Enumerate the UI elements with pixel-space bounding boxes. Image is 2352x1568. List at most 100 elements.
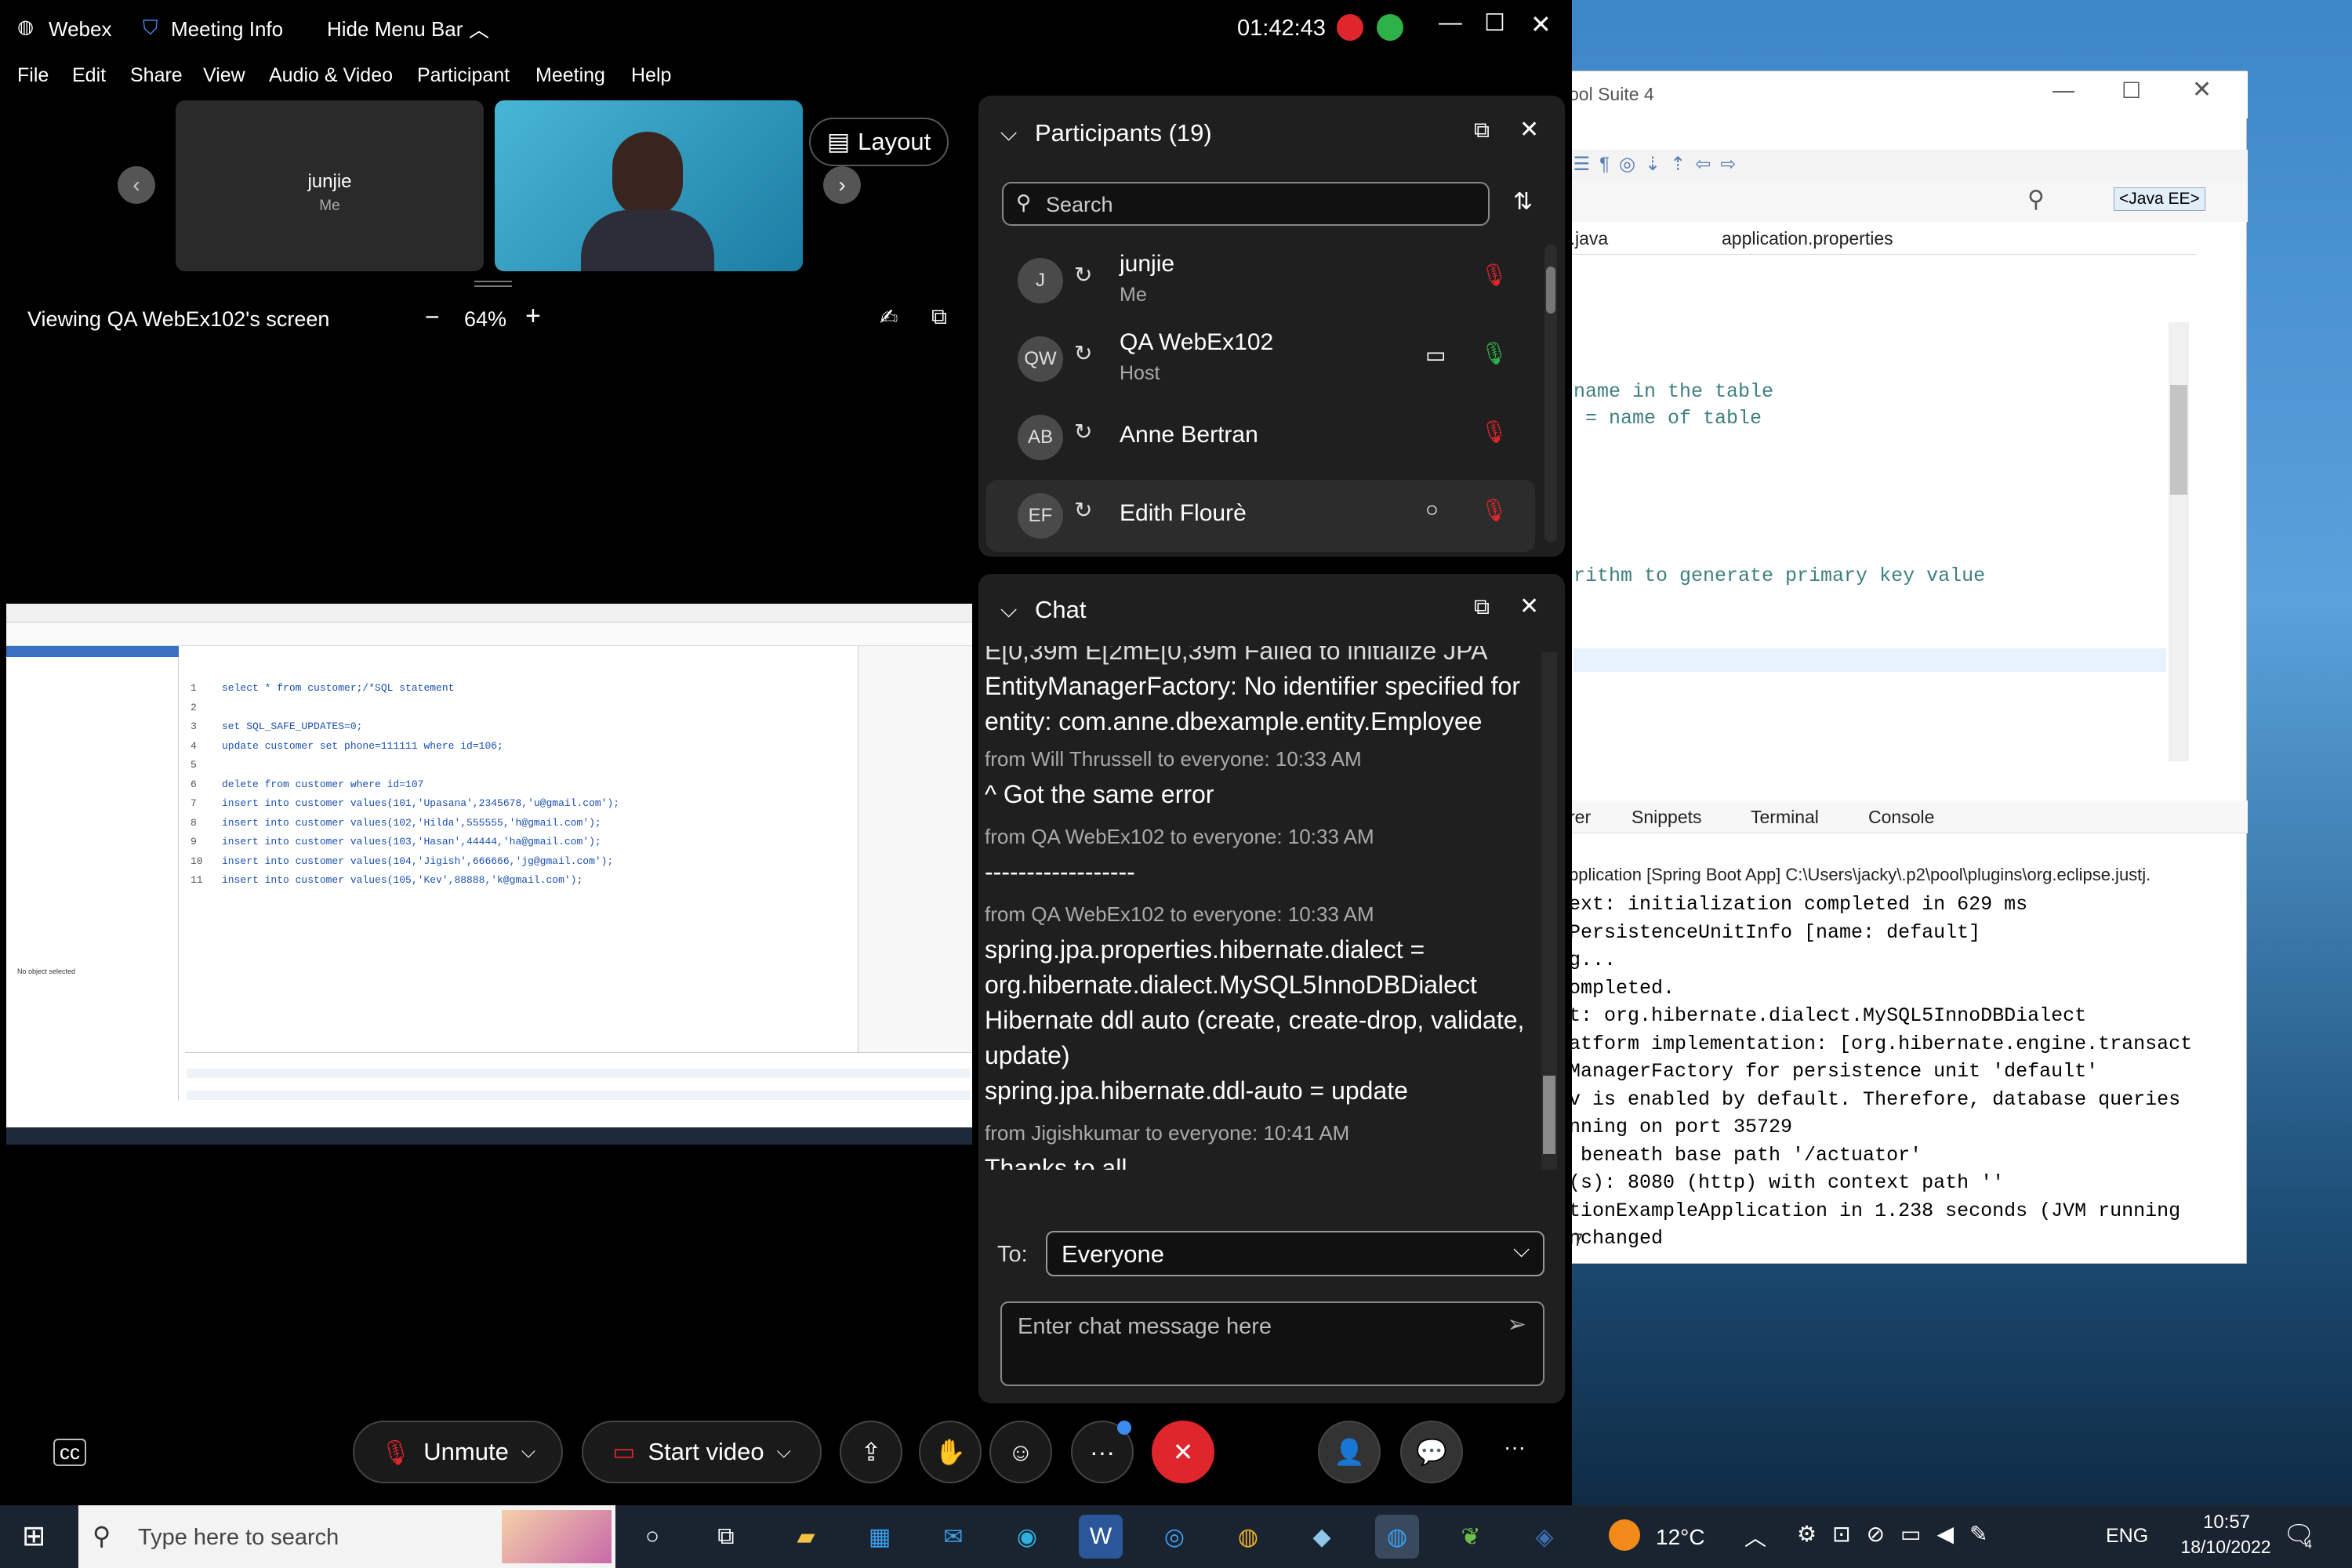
webex-titlebar[interactable]: ◍ Webex ⛉ Meeting Info Hide Menu Bar ︿ 0… xyxy=(0,0,1572,55)
webex-window[interactable]: ◍ Webex ⛉ Meeting Info Hide Menu Bar ︿ 0… xyxy=(0,0,1572,1505)
end-call-button[interactable]: ✕ xyxy=(1152,1421,1214,1483)
eclipse-titlebar[interactable]: ool Suite 4 — ☐ ✕ xyxy=(1514,71,2248,118)
editor-scrollbar[interactable] xyxy=(2169,322,2189,761)
minimize-icon[interactable]: — xyxy=(2053,78,2074,103)
captions-icon[interactable]: cc xyxy=(53,1439,86,1466)
sort-icon[interactable]: ⇅ xyxy=(1513,188,1533,216)
console-tabbar[interactable]: rer Snippets Terminal Console xyxy=(1514,800,2248,833)
tab-snippets[interactable]: Snippets xyxy=(1632,807,1702,828)
search-icon[interactable]: ⚲ xyxy=(2027,186,2045,213)
network-status-icon[interactable] xyxy=(1377,14,1403,41)
next-video-button[interactable]: › xyxy=(823,166,861,204)
sql-line: insert into customer values(101,'Upasana… xyxy=(222,797,620,809)
chat-scrollbar[interactable] xyxy=(1541,652,1557,1170)
close-icon[interactable]: ✕ xyxy=(1530,9,1552,39)
menu-help[interactable]: Help xyxy=(631,64,671,87)
chevron-down-icon[interactable]: ⌵ xyxy=(521,1441,535,1463)
unmute-button[interactable]: 🎙 Unmute ⌵ xyxy=(353,1421,563,1483)
menu-view[interactable]: View xyxy=(203,64,245,87)
tab-application-properties[interactable]: application.properties xyxy=(1722,228,1893,249)
popout-icon[interactable]: ⧉ xyxy=(1474,118,1490,143)
hide-menu-bar-button[interactable]: Hide Menu Bar xyxy=(327,17,463,42)
notepad-icon[interactable]: ◆ xyxy=(1300,1515,1344,1559)
word-icon[interactable]: W xyxy=(1079,1515,1123,1559)
store-icon[interactable]: ▦ xyxy=(858,1515,902,1559)
maximize-icon[interactable]: ☐ xyxy=(2122,78,2141,103)
menu-file[interactable]: File xyxy=(17,64,49,87)
tray-chevron-icon[interactable]: ︿ xyxy=(1744,1521,1766,1552)
mail-icon[interactable]: ✉ xyxy=(931,1515,975,1559)
app-icon[interactable]: ◎ xyxy=(1152,1515,1196,1559)
prev-video-button[interactable]: ‹ xyxy=(118,166,155,204)
menu-participant[interactable]: Participant xyxy=(417,64,510,87)
perspective-java-ee[interactable]: <Java EE> xyxy=(2114,187,2205,211)
participants-panel[interactable]: ⌵ Participants (19) ⧉ ✕ ⚲ Search ⇅ J ↻ jun… xyxy=(978,96,1565,557)
participants-search-input[interactable]: ⚲ Search xyxy=(1002,182,1490,226)
chrome-icon[interactable]: ◍ xyxy=(1226,1515,1270,1559)
menu-meeting[interactable]: Meeting xyxy=(535,64,605,87)
zoom-in-button[interactable]: + xyxy=(525,301,541,332)
weather-temp[interactable]: 12°C xyxy=(1656,1525,1705,1550)
tab-console[interactable]: Console xyxy=(1868,807,1934,828)
clock-date[interactable]: 18/10/2022 xyxy=(2167,1537,2285,1558)
task-view-icon[interactable]: ⧉ xyxy=(704,1515,748,1559)
code-editor[interactable]: name in the table = name of table rithm … xyxy=(1514,255,2169,788)
close-icon[interactable]: ✕ xyxy=(1519,593,1539,620)
close-icon[interactable]: ✕ xyxy=(1519,116,1539,143)
chat-message-input[interactable]: Enter chat message here ➢ xyxy=(1000,1301,1544,1386)
taskbar-search-input[interactable]: ⚲ Type here to search xyxy=(78,1505,615,1568)
start-video-button[interactable]: ▭ Start video ⌵ xyxy=(582,1421,822,1483)
send-icon[interactable]: ➢ xyxy=(1507,1311,1526,1338)
file-explorer-icon[interactable]: ▰ xyxy=(784,1515,828,1559)
eclipse-toolbar[interactable]: ⚙✎☰¶◎⇣⇡⇦⇨ xyxy=(1514,150,2248,181)
participant-row[interactable]: J ↻ junjie Me 🎙 xyxy=(986,245,1535,317)
popout-icon[interactable]: ⧉ xyxy=(1474,594,1490,620)
minimize-icon[interactable]: — xyxy=(1439,9,1462,36)
weather-icon[interactable] xyxy=(1609,1519,1640,1551)
eclipse-window[interactable]: ool Suite 4 — ☐ ✕ ⚙✎☰¶◎⇣⇡⇦⇨ ⚲ <Java EE> … xyxy=(1513,71,2248,1264)
recipient-select[interactable]: Everyone ⌵ xyxy=(1046,1231,1544,1276)
webex-taskbar-icon[interactable]: ◍ xyxy=(1375,1515,1419,1559)
chevron-up-icon[interactable]: ︿ xyxy=(469,14,489,43)
cortana-icon[interactable]: ○ xyxy=(630,1515,674,1559)
host-video-tile[interactable] xyxy=(495,100,803,271)
popout-screen-icon[interactable]: ⧉ xyxy=(931,304,947,330)
resize-handle[interactable] xyxy=(474,281,512,287)
share-button[interactable]: ⇪ xyxy=(840,1421,902,1483)
mysql-workbench-icon[interactable]: ◈ xyxy=(1523,1515,1566,1559)
participant-row[interactable]: EF ↻ Edith Flourè ○ 🎙 xyxy=(986,480,1535,552)
spring-tool-icon[interactable]: ❦ xyxy=(1449,1515,1493,1559)
close-icon[interactable]: ✕ xyxy=(2192,76,2212,103)
annotate-icon[interactable]: ✍ xyxy=(880,304,898,330)
tab-terminal[interactable]: Terminal xyxy=(1751,807,1819,828)
meeting-info-button[interactable]: Meeting Info xyxy=(171,17,283,42)
participant-row[interactable]: QW ↻ QA WebEx102 Host ▭ 🎙 xyxy=(986,323,1535,395)
chat-bubble-icon[interactable]: ○ xyxy=(1425,497,1439,522)
menu-audio-video[interactable]: Audio & Video xyxy=(269,64,393,87)
chat-messages[interactable]: E[0,39m E[2mE[0,39m Failed to initialize… xyxy=(978,646,1539,1170)
reactions-button[interactable]: ☺ xyxy=(989,1421,1052,1483)
chat-button[interactable]: 💬 xyxy=(1400,1421,1463,1483)
participants-scrollbar[interactable] xyxy=(1544,245,1557,543)
clock-time[interactable]: 10:57 xyxy=(2187,1512,2266,1534)
self-video-tile[interactable]: junjie Me xyxy=(176,100,484,271)
chat-panel[interactable]: ⌵ Chat ⧉ ✕ E[0,39m E[2mE[0,39m Failed to… xyxy=(978,574,1565,1403)
windows-start-icon[interactable]: ⊞ xyxy=(22,1519,45,1552)
more-panels-icon[interactable]: ··· xyxy=(1504,1435,1526,1460)
chevron-down-icon[interactable]: ⌵ xyxy=(777,1441,791,1463)
zoom-out-button[interactable]: − xyxy=(425,303,440,332)
collapse-chevron-icon[interactable]: ⌵ xyxy=(1000,121,1017,147)
layout-button[interactable]: ▤ Layout xyxy=(809,118,949,166)
participants-button[interactable]: 👤 xyxy=(1318,1421,1381,1483)
menu-share[interactable]: Share xyxy=(130,64,183,87)
participant-row[interactable]: AB ↻ Anne Bertran 🎙 xyxy=(986,401,1535,474)
maximize-icon[interactable]: ☐ xyxy=(1484,9,1505,37)
tray-icons[interactable]: ⚙⊡⊘▭◀✎ xyxy=(1797,1521,2003,1547)
language-indicator[interactable]: ENG xyxy=(2106,1525,2148,1548)
collapse-chevron-icon[interactable]: ⌵ xyxy=(1000,597,1017,623)
edge-icon[interactable]: ◉ xyxy=(1005,1515,1049,1559)
tab-explorer[interactable]: rer xyxy=(1569,807,1591,828)
raise-hand-button[interactable]: ✋ xyxy=(919,1421,982,1483)
shared-screen[interactable]: No object selected 1 select * from custom… xyxy=(6,604,972,1145)
menu-edit[interactable]: Edit xyxy=(72,64,106,87)
